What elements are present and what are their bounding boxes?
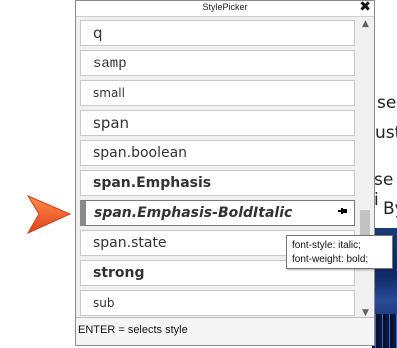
style-list-item-label: span [93,114,130,132]
scroll-up-icon[interactable]: ▲ [358,17,373,32]
style-list-item[interactable]: samp [80,50,355,76]
style-list-item-label: small [93,86,125,100]
title-bar[interactable]: StylePicker ✖ [76,0,374,17]
close-icon[interactable]: ✖ [359,0,371,15]
style-list-item-label: span.boolean [93,145,188,161]
style-list-item-label: q [93,24,103,42]
style-tooltip: font-style: italic; font-weight: bold; [286,235,393,269]
style-list: q samp small span span.boolean span.Emphasis s… [80,20,355,317]
pin-icon[interactable] [338,201,348,225]
background-text-4: By [383,199,397,219]
style-list-item-label: samp [93,56,127,72]
tooltip-line-1: font-style: italic; [292,240,361,251]
style-list-item-label: span.Emphasis-BoldItalic [94,205,293,221]
style-list-item[interactable]: sub [80,290,355,316]
style-picker-window: StylePicker ✖ q samp small span span.boolean… [75,0,375,346]
style-list-item[interactable]: small [80,80,355,106]
style-list-item-label: strong [93,265,145,281]
background-text-2: ust [375,123,397,143]
vertical-scrollbar[interactable]: ▲ ▼ [358,17,373,321]
style-list-item-label: span.Emphasis [93,175,212,191]
tooltip-line-2: font-weight: bold; [292,254,369,265]
status-bar: ENTER = selects style [76,317,374,345]
window-title: StylePicker [202,2,248,12]
status-text: ENTER = selects style [78,324,188,336]
style-list-item[interactable]: span.Emphasis [80,170,355,196]
callout-arrow [26,194,72,235]
style-list-item[interactable]: span.Emphasis-BoldItalic [80,200,355,226]
style-list-item[interactable]: span.boolean [80,140,355,166]
background-text-1: se [377,93,397,113]
style-list-item[interactable]: q [80,20,355,46]
style-list-item-label: span.state [93,235,167,251]
style-list-item[interactable]: span [80,110,355,136]
style-list-item-label: sub [93,296,115,310]
